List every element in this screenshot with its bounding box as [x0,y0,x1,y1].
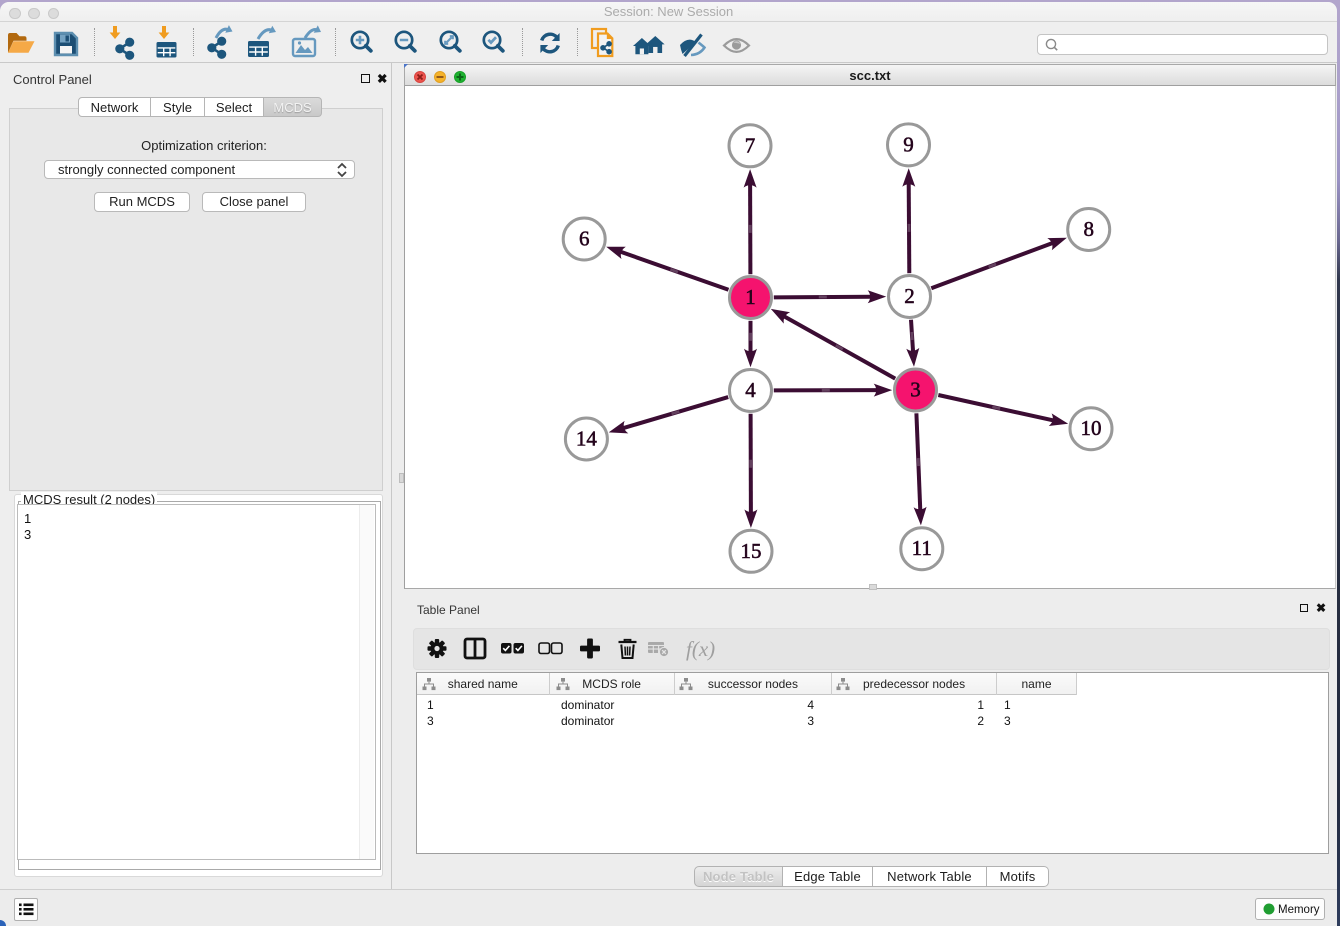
svg-text:11: 11 [912,536,932,560]
svg-text:2: 2 [904,284,915,308]
svg-text:1: 1 [745,285,756,309]
svg-text:6: 6 [579,227,590,251]
svg-text:3: 3 [910,378,921,402]
svg-text:f(x): f(x) [686,637,715,661]
svg-text:9: 9 [903,132,914,156]
svg-text:8: 8 [1083,217,1094,241]
svg-text:14: 14 [576,427,598,451]
svg-text:15: 15 [741,539,762,563]
svg-text:Memory: Memory [1278,904,1320,916]
svg-text:4: 4 [745,378,756,402]
svg-text:10: 10 [1081,416,1102,440]
svg-text:7: 7 [745,133,756,157]
